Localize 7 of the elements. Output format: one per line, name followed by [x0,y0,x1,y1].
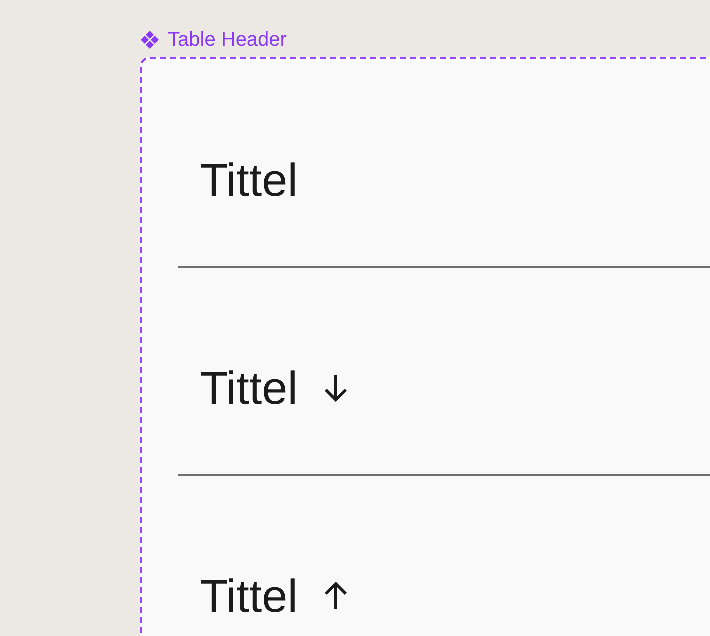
arrow-down-icon [324,373,348,403]
header-label: Tittel [200,363,298,413]
arrow-up-icon [324,581,348,611]
component-icon [140,30,160,50]
header-label: Tittel [200,571,298,621]
header-label: Tittel [200,155,298,205]
component-title: Table Header [168,28,287,52]
